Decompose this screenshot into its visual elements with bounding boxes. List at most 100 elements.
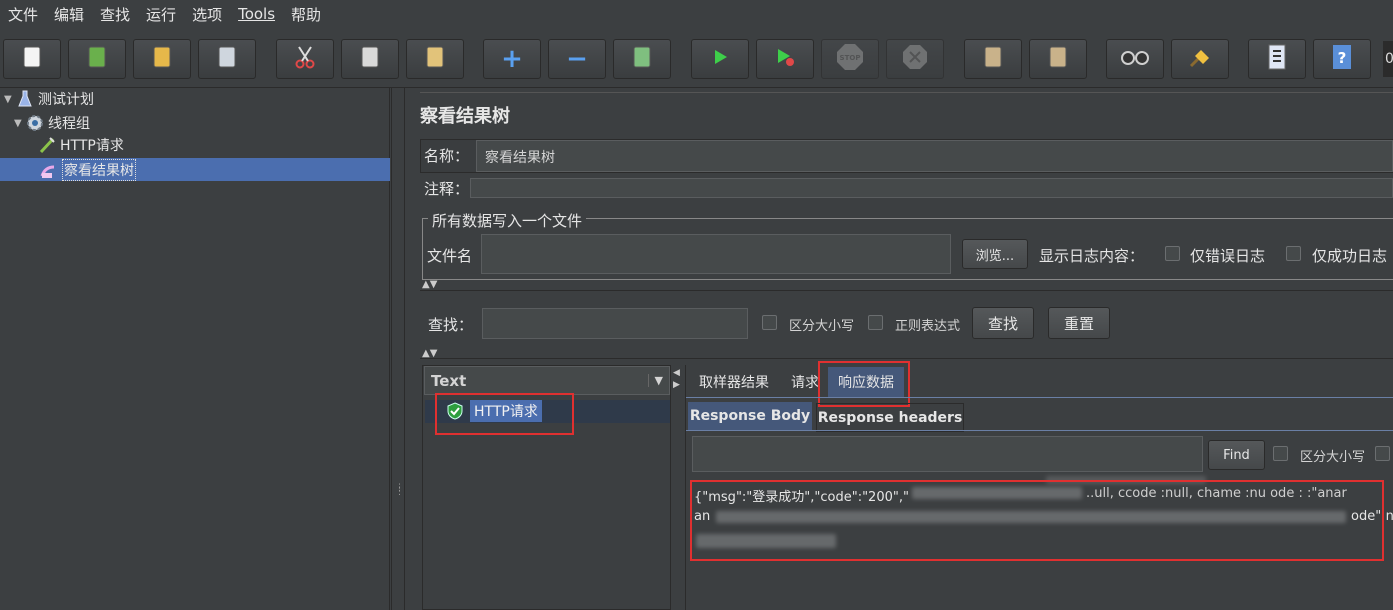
cut-icon (294, 45, 316, 74)
toggle-button[interactable] (613, 39, 671, 79)
success-only-checkbox[interactable] (1286, 246, 1301, 261)
response-case-label: 区分大小写 (1300, 450, 1366, 465)
gear-icon (26, 114, 44, 132)
menu-6[interactable]: 帮助 (283, 4, 329, 25)
top-border (420, 92, 1393, 93)
copy-button[interactable] (341, 39, 399, 79)
find-button[interactable]: 查找 (972, 307, 1034, 339)
toggle-icon (631, 45, 653, 74)
help-button[interactable]: ? (1313, 39, 1371, 79)
regex-label: 正则表达式 (895, 319, 961, 334)
comment-input[interactable] (470, 178, 1393, 198)
case-sensitive-checkbox[interactable] (762, 315, 777, 330)
function-helper-icon (1266, 44, 1288, 75)
renderer-select[interactable]: Text ▼ (424, 366, 670, 395)
paste-button[interactable] (406, 39, 464, 79)
clear-all-icon (1047, 45, 1069, 74)
menu-0[interactable]: 文件 (0, 4, 46, 25)
open-button[interactable] (133, 39, 191, 79)
response-find-button[interactable]: Find (1208, 440, 1265, 470)
function-helper-button[interactable] (1248, 39, 1306, 79)
tree-item-label: 察看结果树 (62, 158, 136, 181)
shutdown-button[interactable] (886, 39, 944, 79)
tree-item-http-request[interactable]: HTTP请求 (38, 134, 124, 156)
paste-icon (424, 45, 446, 74)
start-no-pause-button[interactable] (756, 39, 814, 79)
renderer-value: Text (431, 371, 467, 390)
clear-button[interactable] (964, 39, 1022, 79)
menu-2[interactable]: 查找 (92, 4, 138, 25)
name-label: 名称： (424, 147, 470, 165)
reset-search-icon (1187, 44, 1213, 75)
toolbar: + − STOP? 0 (0, 30, 1393, 88)
start-button[interactable] (691, 39, 749, 79)
templates-button[interactable] (68, 39, 126, 79)
search-icon (1121, 47, 1149, 71)
tree-item-test-plan[interactable]: ▼ 测试计划 (4, 88, 94, 110)
split-arrows-icon[interactable]: ◀ ▶ (673, 367, 680, 391)
expand-icon: + (501, 44, 523, 74)
browse-button[interactable]: 浏览... (962, 239, 1028, 269)
regex-checkbox[interactable] (868, 315, 883, 330)
collapse-button[interactable]: − (548, 39, 606, 79)
response-case-checkbox[interactable] (1273, 446, 1288, 461)
collapse-divider[interactable]: ▲▼ (420, 279, 1393, 291)
open-icon (151, 45, 173, 74)
file-section-title: 所有数据写入一个文件 (428, 210, 587, 231)
menu-4[interactable]: 选项 (184, 4, 230, 25)
save-icon (216, 45, 238, 74)
page-title: 察看结果树 (420, 106, 510, 127)
collapse-arrows-icon[interactable]: ▲▼ (422, 348, 437, 359)
response-regex-checkbox[interactable] (1375, 446, 1390, 461)
collapse-divider-2[interactable]: ▲▼ (420, 348, 1393, 359)
subtab-underline (686, 430, 1393, 431)
filename-label: 文件名 (427, 247, 473, 265)
menu-5[interactable]: Tools (230, 5, 283, 23)
clear-all-button[interactable] (1029, 39, 1087, 79)
new-icon (21, 45, 43, 74)
flask-icon (16, 90, 34, 108)
expand-button[interactable]: + (483, 39, 541, 79)
stop-icon: STOP (836, 43, 864, 76)
clear-icon (982, 45, 1004, 74)
tab-response-headers[interactable]: Response headers (816, 403, 964, 432)
tree-item-label: 测试计划 (38, 92, 94, 108)
menu-bar: 文件 编辑 查找 运行 选项 Tools 帮助 (0, 0, 1393, 28)
split-pane-divider[interactable]: ⋮ ⋮ (391, 88, 405, 610)
cut-button[interactable] (276, 39, 334, 79)
errors-only-checkbox[interactable] (1165, 246, 1180, 261)
search-button[interactable] (1106, 39, 1164, 79)
svg-text:?: ? (1338, 49, 1347, 67)
expand-arrow-icon[interactable]: ▼ (4, 94, 16, 105)
menu-3[interactable]: 运行 (138, 4, 184, 25)
search-input[interactable] (482, 308, 748, 339)
response-find-input[interactable] (692, 436, 1203, 472)
menu-1[interactable]: 编辑 (46, 4, 92, 25)
filename-input[interactable] (481, 234, 951, 274)
results-tree-icon (40, 161, 58, 179)
svg-text:STOP: STOP (840, 54, 861, 62)
reset-search-button[interactable] (1171, 39, 1229, 79)
save-button[interactable] (198, 39, 256, 79)
tab-sampler-result[interactable]: 取样器结果 (688, 368, 780, 396)
highlight-box-sample (435, 393, 574, 435)
highlight-box-tab (818, 361, 910, 407)
expand-arrow-icon[interactable]: ▼ (14, 118, 26, 129)
errors-only-label: 仅错误日志 (1190, 247, 1266, 265)
tree-item-results-tree[interactable]: 察看结果树 (40, 158, 136, 181)
divider-grip: ⋮ ⋮ (395, 483, 404, 497)
tab-response-body[interactable]: Response Body (688, 402, 812, 430)
name-input[interactable]: 察看结果树 (476, 140, 1393, 172)
tree-item-thread-group[interactable]: ▼ 线程组 (14, 112, 90, 134)
highlight-box-response (690, 480, 1384, 561)
reset-button[interactable]: 重置 (1048, 307, 1110, 339)
help-icon: ? (1331, 44, 1353, 75)
stop-button[interactable]: STOP (821, 39, 879, 79)
collapse-arrows-icon[interactable]: ▲▼ (422, 279, 437, 290)
templates-icon (86, 45, 108, 74)
shutdown-icon (902, 44, 928, 75)
new-button[interactable] (3, 39, 61, 79)
log-content-label: 显示日志内容： (1039, 247, 1145, 265)
comment-label: 注释： (424, 180, 470, 198)
tree-item-label: 线程组 (48, 116, 90, 132)
